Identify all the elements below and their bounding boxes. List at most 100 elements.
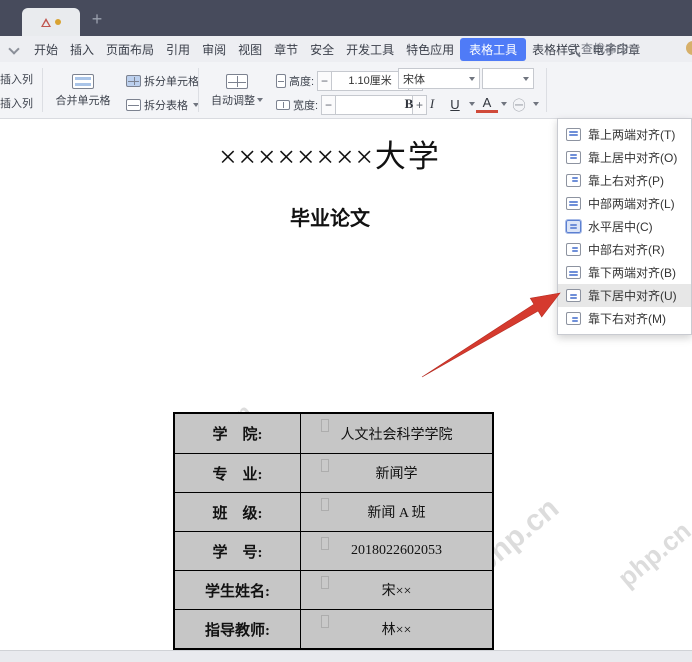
height-label: 高度: <box>289 73 314 89</box>
row-resize-handle[interactable] <box>321 576 329 589</box>
new-tab-button[interactable]: + <box>86 8 108 30</box>
font-size-combo[interactable] <box>482 68 534 89</box>
menu-item-label: 靠下两端对齐(B) <box>588 264 676 281</box>
insert-column-bottom-button[interactable]: 插入列 <box>0 91 38 115</box>
menu-item-align-bottom-justify[interactable]: 靠下两端对齐(B) <box>558 261 691 284</box>
table-row: 指导教师: 林×× <box>175 609 492 648</box>
row-resize-handle[interactable] <box>321 537 329 550</box>
merge-cells-button[interactable]: 合并单元格 <box>46 68 120 114</box>
unsaved-dot-icon <box>55 19 61 25</box>
table-row-value[interactable]: 新闻学 <box>301 454 492 492</box>
search-label: 查找命令... <box>581 40 639 57</box>
table-row-label[interactable]: 学 院: <box>175 414 301 453</box>
align-bottom-right-icon <box>566 312 581 325</box>
menu-references[interactable]: 引用 <box>160 38 196 61</box>
row-height-icon <box>276 74 286 88</box>
chevron-down-icon <box>469 77 475 81</box>
align-mode-dropdown: 靠上两端对齐(T) 靠上居中对齐(O) 靠上右对齐(P) 中部两端对齐(L) 水… <box>557 118 692 335</box>
auto-fit-button[interactable]: 自动调整 <box>204 68 270 114</box>
menu-insert[interactable]: 插入 <box>64 38 100 61</box>
info-table[interactable]: 学 院: 人文社会科学学院 专 业: 新闻学 班 级: 新闻 A 班 学 号: … <box>173 412 494 650</box>
align-middle-right-icon <box>566 243 581 256</box>
italic-button[interactable]: I <box>421 94 443 114</box>
split-table-icon <box>126 99 141 111</box>
table-row-label[interactable]: 专 业: <box>175 454 301 492</box>
menu-item-align-center-selected[interactable]: 水平居中(C) <box>558 215 691 238</box>
table-row-value[interactable]: 新闻 A 班 <box>301 493 492 531</box>
split-table-label: 拆分表格 <box>144 97 188 113</box>
wps-window: + 开始 插入 页面布局 引用 审阅 视图 章节 安全 开发工具 特色应用 表格… <box>0 0 692 662</box>
menu-dev-tools[interactable]: 开发工具 <box>340 38 400 61</box>
quick-access-chevron-icon[interactable] <box>8 43 19 54</box>
split-table-button[interactable]: 拆分表格 <box>126 93 199 117</box>
document-tab[interactable] <box>22 8 80 36</box>
format-group: B I U A ㊀ <box>398 92 539 116</box>
font-color-button[interactable]: A <box>476 96 498 113</box>
notification-icon[interactable] <box>686 41 692 55</box>
table-row-value[interactable]: 人文社会科学学院 <box>301 414 492 453</box>
chevron-down-icon <box>257 98 263 102</box>
menu-table-tools-active[interactable]: 表格工具 <box>460 38 526 61</box>
merge-cells-icon <box>72 74 94 89</box>
menu-item-label: 靠下居中对齐(U) <box>588 287 677 304</box>
separator <box>198 68 199 112</box>
row-resize-handle[interactable] <box>321 459 329 472</box>
bold-button[interactable]: B <box>398 94 420 114</box>
menu-page-layout[interactable]: 页面布局 <box>100 38 160 61</box>
find-command-search[interactable]: 查找命令... <box>568 40 639 57</box>
split-cells-icon <box>126 75 141 87</box>
menu-item-label: 靠上居中对齐(O) <box>588 149 677 166</box>
menu-item-align-top-justify[interactable]: 靠上两端对齐(T) <box>558 123 691 146</box>
table-row: 学 院: 人文社会科学学院 <box>175 414 492 453</box>
clear-format-button[interactable]: ㊀ <box>508 94 530 114</box>
table-row-value[interactable]: 林×× <box>301 610 492 648</box>
height-minus-button[interactable]: − <box>317 71 332 91</box>
menu-item-align-middle-right[interactable]: 中部右对齐(R) <box>558 238 691 261</box>
row-resize-handle[interactable] <box>321 498 329 511</box>
menu-item-label: 水平居中(C) <box>588 218 653 235</box>
merge-cells-label: 合并单元格 <box>56 92 111 108</box>
menubar: 开始 插入 页面布局 引用 审阅 视图 章节 安全 开发工具 特色应用 表格工具… <box>0 36 692 62</box>
insert-column-top-button[interactable]: 插入列 <box>0 67 38 91</box>
search-icon <box>568 44 577 53</box>
menu-section[interactable]: 章节 <box>268 38 304 61</box>
row-resize-handle[interactable] <box>321 419 329 432</box>
table-row-value[interactable]: 2018022602053 <box>301 532 492 570</box>
menu-review[interactable]: 审阅 <box>196 38 232 61</box>
menu-item-align-top-center[interactable]: 靠上居中对齐(O) <box>558 146 691 169</box>
table-row-label[interactable]: 学生姓名: <box>175 571 301 609</box>
col-width-icon <box>276 100 290 110</box>
chevron-down-icon <box>533 102 539 106</box>
menu-special-apps[interactable]: 特色应用 <box>400 38 460 61</box>
menu-item-align-bottom-center-hovered[interactable]: 靠下居中对齐(U) <box>558 284 691 307</box>
auto-fit-label: 自动调整 <box>211 92 255 108</box>
titlebar: + <box>0 0 692 36</box>
height-value-field[interactable]: 1.10厘米 <box>332 71 408 91</box>
menu-security[interactable]: 安全 <box>304 38 340 61</box>
font-name-combo[interactable]: 宋体 <box>398 68 480 89</box>
underline-button[interactable]: U <box>444 94 466 114</box>
menu-item-align-bottom-right[interactable]: 靠下右对齐(M) <box>558 307 691 330</box>
width-minus-button[interactable]: − <box>321 95 336 115</box>
row-resize-handle[interactable] <box>321 615 329 628</box>
menu-item-label: 靠上两端对齐(T) <box>588 126 675 143</box>
chevron-down-icon <box>523 77 529 81</box>
table-row: 专 业: 新闻学 <box>175 453 492 492</box>
menu-item-align-top-right[interactable]: 靠上右对齐(P) <box>558 169 691 192</box>
menu-item-label: 靠下右对齐(M) <box>588 310 666 327</box>
table-row-value[interactable]: 宋×× <box>301 571 492 609</box>
split-cells-button[interactable]: 拆分单元格 <box>126 69 199 93</box>
menu-item-align-middle-justify[interactable]: 中部两端对齐(L) <box>558 192 691 215</box>
separator <box>546 68 547 112</box>
menu-home[interactable]: 开始 <box>28 38 64 61</box>
menu-item-label: 中部两端对齐(L) <box>588 195 675 212</box>
table-row-label[interactable]: 学 号: <box>175 532 301 570</box>
table-row: 班 级: 新闻 A 班 <box>175 492 492 531</box>
menu-view[interactable]: 视图 <box>232 38 268 61</box>
split-cells-label: 拆分单元格 <box>144 73 199 89</box>
align-top-right-icon <box>566 174 581 187</box>
page-bottom-edge <box>0 650 692 662</box>
align-top-center-icon <box>566 151 581 164</box>
table-row-label[interactable]: 班 级: <box>175 493 301 531</box>
table-row-label[interactable]: 指导教师: <box>175 610 301 648</box>
